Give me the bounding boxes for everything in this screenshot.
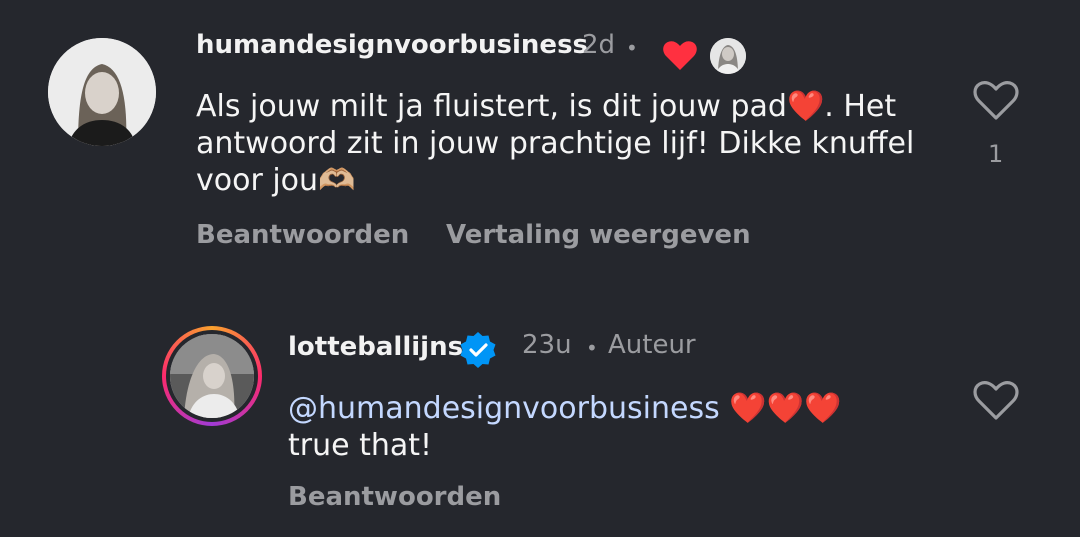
like-count: 1 bbox=[988, 140, 1004, 168]
reply-button[interactable]: Beantwoorden bbox=[288, 482, 501, 512]
author-liked-heart-icon bbox=[662, 38, 698, 76]
comment-username[interactable]: humandesignvoorbusiness bbox=[196, 30, 588, 60]
reply-time: 23u bbox=[522, 330, 572, 360]
author-badge: Auteur bbox=[608, 330, 696, 360]
heart-emoji: ❤️ bbox=[786, 89, 825, 124]
avatar bbox=[170, 334, 254, 418]
avatar-photo bbox=[48, 38, 156, 146]
reply-button[interactable]: Beantwoorden bbox=[196, 220, 409, 250]
meta-separator: • bbox=[626, 36, 638, 60]
author-avatar-small bbox=[710, 38, 746, 74]
heart-hands-emoji: 🫶🏼 bbox=[318, 163, 356, 198]
story-ring[interactable] bbox=[162, 326, 262, 426]
comment-text: Als jouw milt ja fluistert, is dit jouw … bbox=[196, 89, 915, 198]
comment-2-reply: lotteballijns 23u • Auteur @humandesignv… bbox=[0, 300, 1080, 537]
like-button[interactable] bbox=[972, 78, 1020, 126]
translate-button[interactable]: Vertaling weergeven bbox=[446, 220, 751, 250]
verified-icon bbox=[458, 330, 498, 374]
comment-time: 2d bbox=[582, 30, 616, 60]
heart-outline-icon bbox=[973, 81, 1019, 120]
mention-link[interactable]: @humandesignvoorbusiness bbox=[288, 391, 720, 426]
avatar[interactable] bbox=[48, 38, 156, 146]
reply-username[interactable]: lotteballijns bbox=[288, 332, 463, 362]
heart-outline-icon bbox=[973, 381, 1019, 420]
reply-body: true that! bbox=[288, 428, 433, 463]
like-button[interactable] bbox=[972, 378, 1020, 426]
reply-text: @humandesignvoorbusiness ❤️❤️❤️ true tha… bbox=[288, 390, 928, 464]
comment-1: humandesignvoorbusiness 2d • Als jouw mi… bbox=[0, 0, 1080, 280]
hearts-emoji: ❤️❤️❤️ bbox=[729, 391, 842, 426]
meta-separator: • bbox=[586, 336, 598, 360]
